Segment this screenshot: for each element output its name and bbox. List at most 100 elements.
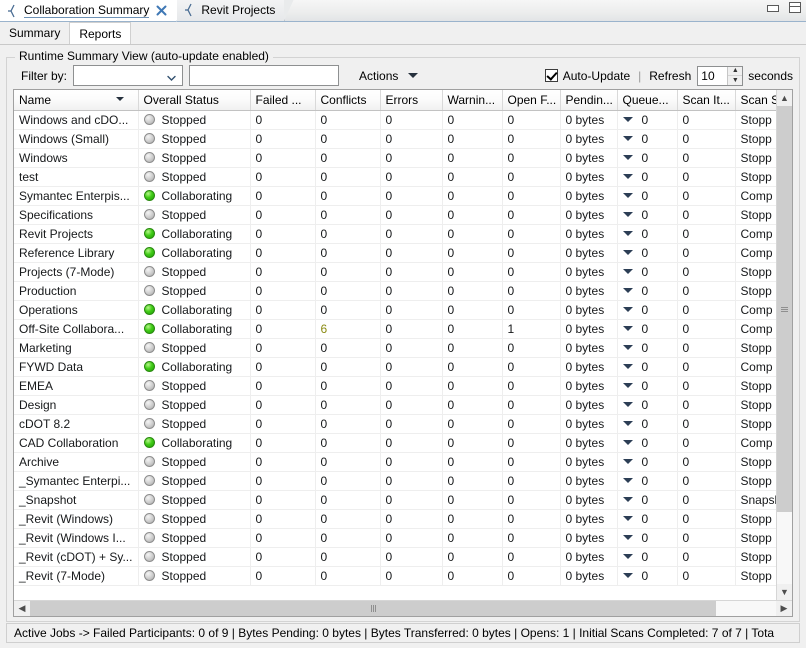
horizontal-scroll-track[interactable] [30, 601, 776, 616]
refresh-interval-stepper[interactable]: ▲ ▼ [697, 65, 744, 86]
column-header-warnings[interactable]: Warnin... [442, 90, 503, 111]
table-row[interactable]: _SnapshotStopped000000 bytes00Snapsh [14, 490, 776, 510]
cell-overall-status: Stopped [138, 509, 251, 529]
table-row[interactable]: _Revit (Windows I... Stopped 0 0 0 0 0 0 bytes 0… [14, 528, 776, 548]
scroll-up-icon[interactable]: ▲ [777, 90, 792, 106]
horizontal-scrollbar[interactable]: ◀ ▶ [14, 600, 792, 616]
cell-failed-participants: 0 [250, 224, 316, 244]
scroll-right-icon[interactable]: ▶ [776, 601, 792, 616]
column-header-name[interactable]: Name [14, 90, 139, 111]
actions-menu-button[interactable]: Actions [359, 69, 419, 83]
cell-scan-items: 0 [677, 433, 736, 453]
maximize-button[interactable] [788, 2, 802, 14]
status-label: Stopped [161, 150, 207, 165]
column-header-scan-status[interactable]: Scan S [735, 90, 776, 111]
cell-conflicts: 0 [315, 452, 381, 472]
status-dot-stopped-icon [143, 551, 155, 562]
tab-revit-projects[interactable]: Revit Projects [177, 0, 295, 21]
table-row[interactable]: EMEA Stopped 0 0 0 0 0 0 bytes 0 0 Stopp [14, 376, 776, 396]
refresh-interval-input[interactable] [698, 66, 728, 85]
column-header-overall-status[interactable]: Overall Status [138, 90, 251, 111]
column-header-failed-participants[interactable]: Failed ... [250, 90, 316, 111]
cell-scan-status: Stopp [735, 281, 776, 301]
vertical-scroll-track[interactable] [777, 106, 792, 584]
cell-scan-status: Stopp [735, 167, 776, 187]
cell-errors: 0 [380, 243, 443, 263]
tab-collaboration-summary[interactable]: Collaboration Summary [0, 0, 188, 22]
table-row[interactable]: Symantec Enterpis... Collaborating 0 0 0 0 0 0 … [14, 186, 776, 206]
close-icon[interactable] [156, 5, 167, 16]
subtab-summary[interactable]: Summary [0, 22, 70, 44]
cell-pending: 0 bytes [560, 243, 618, 263]
cell-scan-status: Stopp [735, 452, 776, 472]
table-row[interactable]: Projects (7-Mode) Stopped 0 0 0 0 0 0 bytes 0 0 St… [14, 262, 776, 282]
minimize-button[interactable] [766, 2, 780, 14]
table-row[interactable]: _Symantec Enterpi... Stopped 0 0 0 0 0 0 bytes 0… [14, 471, 776, 491]
stepper-up-icon[interactable]: ▲ [728, 67, 743, 76]
cell-queued: 0 [617, 148, 678, 168]
queued-value: 0 [641, 340, 649, 355]
table-row[interactable]: _Revit (Windows) Stopped 0 0 0 0 0 0 bytes 0 0 Sto… [14, 509, 776, 529]
cell-failed-participants: 0 [250, 490, 316, 510]
table-row[interactable]: Specifications Stopped 0 0 0 0 0 0 bytes 0 0 Stopp [14, 205, 776, 225]
filter-by-select[interactable] [73, 65, 184, 86]
table-row[interactable]: FYWD Data Collaborating 0 0 0 0 0 0 bytes 0 0 Comp [14, 357, 776, 377]
vertical-scroll-thumb[interactable] [777, 106, 792, 513]
scroll-down-icon[interactable]: ▼ [777, 584, 792, 600]
subtab-reports[interactable]: Reports [69, 22, 132, 44]
table-row[interactable]: Operations Collaborating 0 0 0 0 0 0 bytes 0 0 Com… [14, 300, 776, 320]
cell-failed-participants: 0 [250, 186, 316, 206]
table-row[interactable]: Off-Site Collabora... Collaborating 0 6 0 0 1 0… [14, 319, 776, 339]
table-row[interactable]: Marketing Stopped 0 0 0 0 0 0 bytes 0 0 Stopp [14, 338, 776, 358]
table-row[interactable]: CAD Collaboration Collaborating 0 0 0 0 0 0 byt… [14, 433, 776, 453]
cell-warnings: 0 [442, 433, 503, 453]
cell-open-files: 0 [502, 414, 561, 434]
cell-pending: 0 bytes [560, 509, 618, 529]
cell-warnings: 0 [442, 224, 503, 244]
table-row[interactable]: Design Stopped 0 0 0 0 0 0 bytes 0 0 Stopp [14, 395, 776, 415]
table-row[interactable]: cDOT 8.2 Stopped 0 0 0 0 0 0 bytes 0 0 Stopp [14, 414, 776, 434]
filter-text-input[interactable] [189, 65, 340, 86]
cell-queued: 0 [617, 433, 678, 453]
vertical-scrollbar[interactable]: ▲ ▼ [776, 90, 792, 600]
column-header-pending[interactable]: Pendin... [560, 90, 618, 111]
cell-overall-status: Collaborating [138, 319, 251, 339]
queued-indicator-icon [622, 497, 633, 502]
table-row[interactable]: Production Stopped 0 0 0 0 0 0 bytes 0 0 Stopp [14, 281, 776, 301]
status-label: Collaborating [161, 435, 233, 450]
scroll-left-icon[interactable]: ◀ [14, 601, 30, 616]
status-label: Stopped [161, 112, 207, 127]
column-header-scan-items[interactable]: Scan It... [677, 90, 736, 111]
table-row[interactable]: Windows Stopped 0 0 0 0 0 0 bytes 0 0 Stopp [14, 148, 776, 168]
horizontal-scroll-thumb[interactable] [30, 601, 717, 616]
cell-errors: 0 [380, 414, 443, 434]
table-row[interactable]: Windows and cDO... Stopped 0 0 0 0 0 0 bytes 0 0 S… [14, 110, 776, 130]
cell-errors: 0 [380, 357, 443, 377]
cell-warnings: 0 [442, 395, 503, 415]
table-row[interactable]: test Stopped 0 0 0 0 0 0 bytes 0 0 Stopp [14, 167, 776, 187]
queued-indicator-icon [622, 459, 633, 464]
cell-warnings: 0 [442, 452, 503, 472]
status-label: Stopped [161, 416, 207, 431]
table-row[interactable]: _Revit (7-Mode) Stopped 0 0 0 0 0 0 bytes 0 0 Stop… [14, 566, 776, 586]
cell-failed-participants: 0 [250, 110, 316, 130]
column-header-open-files[interactable]: Open F... [502, 90, 561, 111]
table-row[interactable]: _Revit (cDOT) + Sy... Stopped 0 0 0 0 0 0 bytes… [14, 547, 776, 567]
cell-overall-status: Stopped [138, 129, 251, 149]
queued-indicator-icon [622, 478, 633, 483]
table-row[interactable]: Archive Stopped 0 0 0 0 0 0 bytes 0 0 Stopp [14, 452, 776, 472]
cell-warnings: 0 [442, 528, 503, 548]
column-header-conflicts[interactable]: Conflicts [315, 90, 381, 111]
queued-value: 0 [641, 492, 649, 507]
table-row[interactable]: Revit Projects Collaborating 0 0 0 0 0 0 bytes 0… [14, 224, 776, 244]
column-header-queued[interactable]: Queue... [617, 90, 678, 111]
stepper-down-icon[interactable]: ▼ [728, 76, 742, 85]
grip-icon [781, 306, 788, 313]
cell-open-files: 0 [502, 547, 561, 567]
auto-update-checkbox[interactable]: Auto-Update [544, 69, 630, 83]
column-header-errors[interactable]: Errors [380, 90, 443, 111]
table-row[interactable]: Reference Library Collaborating 0 0 0 0 0 0 byt… [14, 243, 776, 263]
table-row[interactable]: Windows (Small) Stopped 0 0 0 0 0 0 bytes 0 0 Stop… [14, 129, 776, 149]
cell-open-files: 0 [502, 566, 561, 586]
cell-scan-status: Comp [735, 243, 776, 263]
